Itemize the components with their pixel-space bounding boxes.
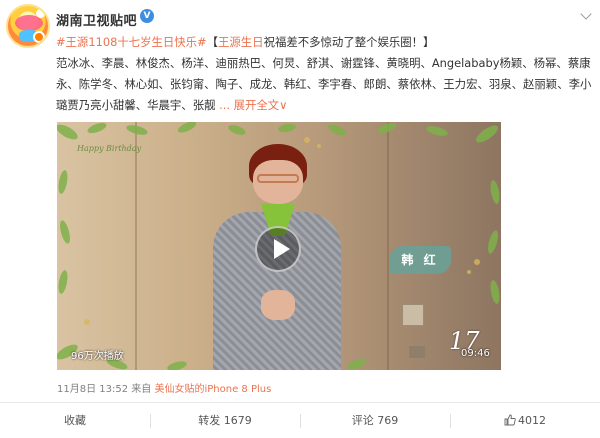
chevron-down-small-icon: ∨	[279, 98, 288, 112]
expand-text-link[interactable]: ... 展开全文∨	[215, 98, 287, 112]
birthday-text: Happy Birthday	[77, 144, 142, 153]
account-avatar[interactable]	[6, 4, 50, 48]
video-duration: 09:46	[461, 348, 490, 359]
topic-link[interactable]: #王源1108十七岁生日快乐#	[56, 35, 207, 49]
account-username[interactable]: 湖南卫视贴吧	[56, 10, 137, 29]
play-count: 96万次播放	[71, 351, 124, 362]
headline-bracket: 【	[206, 35, 218, 49]
video-player[interactable]: Happy Birthday 韩 红 96万次播放 17 09:46	[57, 122, 501, 370]
repost-button[interactable]: 转发 1679	[150, 403, 300, 438]
headline-text: 祝福差不多惊动了整个娱乐圈！】	[263, 35, 435, 49]
post-source[interactable]: 美仙女贴的iPhone 8 Plus	[154, 384, 271, 395]
chevron-down-icon[interactable]	[580, 8, 592, 20]
post-time[interactable]: 11月8日 13:52	[57, 384, 128, 395]
thumbs-up-icon	[504, 414, 516, 426]
from-label: 来自	[131, 384, 152, 395]
favorite-button[interactable]: 收藏	[0, 403, 150, 438]
play-button-icon[interactable]	[255, 226, 301, 272]
action-bar: 收藏 转发 1679 评论 769 4012	[0, 402, 600, 438]
avatar-badge-icon	[33, 31, 45, 43]
verified-icon: V	[140, 9, 154, 23]
post-body: #王源1108十七岁生日快乐#【王源生日祝福差不多惊动了整个娱乐圈！】 范冰冰、…	[56, 32, 596, 116]
names-text: 范冰冰、李晨、林俊杰、杨洋、迪丽热巴、何炅、舒淇、谢霆锋、黄晓明、Angelab…	[56, 56, 592, 112]
post-meta: 11月8日 13:52 来自 美仙女贴的iPhone 8 Plus	[57, 380, 271, 395]
name-tag: 韩 红	[389, 246, 451, 274]
like-button[interactable]: 4012	[450, 403, 600, 438]
comment-button[interactable]: 评论 769	[300, 403, 450, 438]
headline-link[interactable]: 王源生日	[218, 35, 264, 49]
like-count: 4012	[518, 414, 546, 427]
